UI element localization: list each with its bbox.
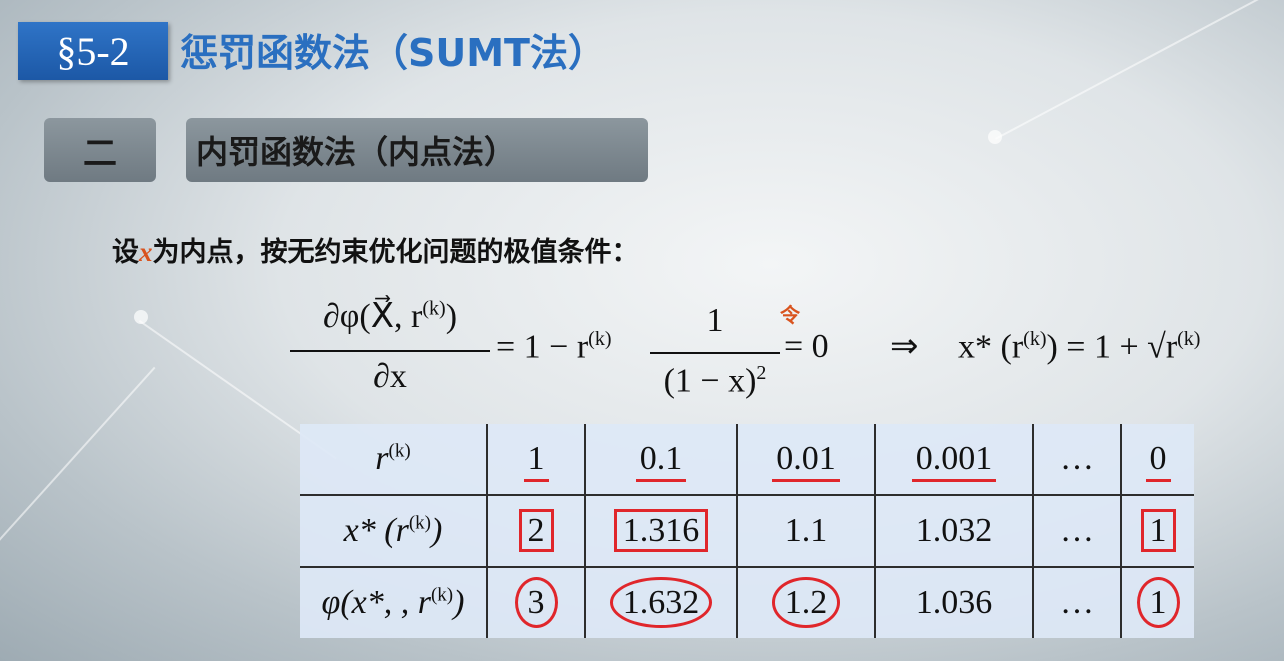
table-cell: … (1032, 424, 1122, 496)
table-row: φ(x*, , r(k)) 3 1.632 1.2 1.036 … 1 (300, 566, 1194, 638)
lhs-numerator: ∂φ(X⃗, r(k)) (322, 297, 458, 335)
lhs-fraction-bar (290, 350, 490, 352)
frac-bar (650, 352, 780, 354)
row-header-phi: φ(x*, , r(k)) (300, 566, 488, 638)
table-row: x* (r(k)) 2 1.316 1.1 1.032 … 1 (300, 494, 1194, 568)
equals-zero: = 0 (784, 328, 829, 365)
implies-arrow: ⇒ (890, 328, 919, 365)
table-cell: 1.036 (874, 566, 1034, 638)
frac-denominator: (1 − x)2 (663, 362, 767, 400)
table-cell: 1.032 (874, 494, 1034, 568)
intro-prefix: 设 (112, 237, 139, 268)
decorative-line (995, 0, 1261, 140)
table-cell: … (1032, 566, 1122, 638)
table-cell: 0.001 (874, 424, 1034, 496)
intro-variable: x (139, 237, 153, 267)
intro-suffix: 为内点，按无约束优化问题的极值条件： (152, 237, 639, 268)
table-row: r(k) 1 0.1 0.01 0.001 … 0 (300, 424, 1194, 496)
table-cell: 1.1 (736, 494, 876, 568)
table-cell: … (1032, 494, 1122, 568)
table-cell: 3 (486, 566, 586, 638)
subsection-title: 内罚函数法（内点法） (186, 118, 648, 182)
table-cell: 0 (1120, 424, 1194, 496)
table-cell: 1.632 (584, 566, 738, 638)
frac-numerator: 1 (706, 302, 724, 339)
table-cell: 0.01 (736, 424, 876, 496)
decorative-line (0, 366, 156, 562)
table-cell: 0.1 (584, 424, 738, 496)
table-cell: 1.2 (736, 566, 876, 638)
value-table: r(k) 1 0.1 0.01 0.001 … 0 x* (r(k)) 2 1.… (300, 424, 1194, 638)
decorative-dot (134, 310, 148, 324)
table-cell: 2 (486, 494, 586, 568)
table-cell: 1 (1120, 494, 1194, 568)
section-title: 惩罚函数法（SUMT法） (180, 31, 606, 75)
row-header-x-star: x* (r(k)) (300, 494, 488, 568)
intro-text: 设x为内点，按无约束优化问题的极值条件： (112, 230, 639, 269)
formula-result: x* (r(k)) = 1 + √r(k) (958, 328, 1201, 366)
table-cell: 1 (1120, 566, 1194, 638)
annotation-ling: 令 (780, 303, 800, 327)
lhs-denominator: ∂x (373, 358, 407, 395)
table-cell: 1 (486, 424, 586, 496)
section-badge: §5-2 (18, 22, 168, 80)
subsection-number: 二 (44, 118, 156, 182)
row-header-r: r(k) (300, 424, 488, 496)
table-cell: 1.316 (584, 494, 738, 568)
middle-term: = 1 − r(k) (496, 328, 612, 366)
